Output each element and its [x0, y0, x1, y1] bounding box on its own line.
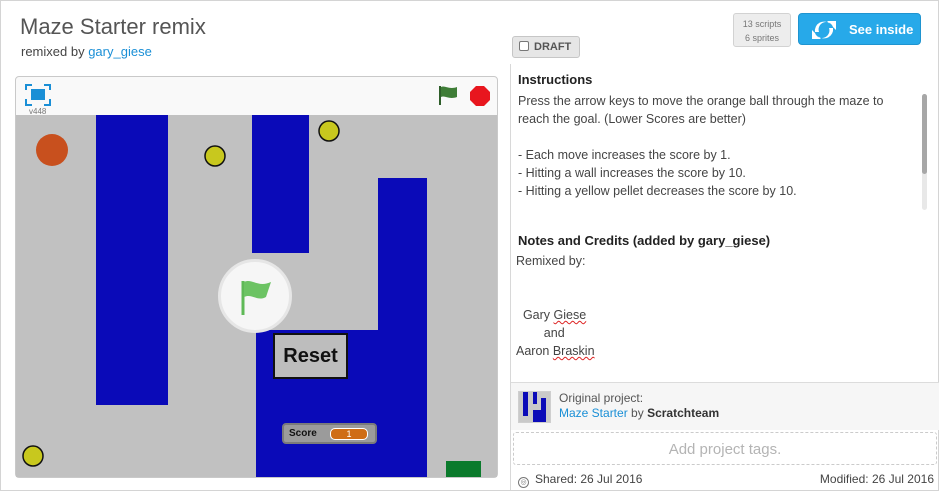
fullscreen-icon[interactable] [25, 84, 51, 106]
maze-wall [96, 115, 168, 405]
project-stats: 13 scripts 6 sprites [733, 13, 791, 47]
modified-date: Modified: 26 Jul 2016 [819, 472, 934, 486]
start-flag-overlay[interactable] [218, 259, 292, 333]
shared-date: Shared: 26 Jul 2016 [535, 472, 643, 486]
remix-arrows-icon [812, 21, 836, 39]
instructions-scrollbar[interactable] [922, 94, 927, 210]
score-monitor: Score 1 [282, 423, 377, 444]
notes-text[interactable]: Remixed by: Gary Giese and Aaron Braskin [516, 252, 916, 360]
original-by: by [631, 406, 644, 420]
remixer-link[interactable]: gary_giese [88, 44, 152, 59]
project-player: v448 Reset Score 1 [15, 76, 498, 478]
original-author[interactable]: Scratchteam [647, 406, 719, 420]
scrollbar-thumb[interactable] [922, 94, 927, 174]
credit-last-name: Giese [553, 308, 587, 322]
yellow-pellet [22, 445, 44, 467]
green-flag-icon[interactable] [437, 84, 459, 106]
credit-first-name: Gary [522, 308, 551, 322]
credit-first-name: Aaron [516, 344, 550, 358]
orange-ball [36, 134, 68, 166]
project-title[interactable]: Maze Starter remix [20, 14, 206, 40]
share-icon: ◎ [518, 477, 529, 488]
original-project-box: Original project: Maze Starter by Scratc… [511, 383, 939, 430]
yellow-pellet [204, 145, 226, 167]
score-label: Score [289, 428, 317, 439]
instructions-heading: Instructions [518, 72, 593, 87]
sprites-count: 6 sprites [744, 33, 779, 43]
green-flag-icon [241, 281, 271, 315]
maze-wall [252, 115, 309, 253]
draft-label: DRAFT [534, 41, 572, 53]
credit-and: and [543, 326, 565, 340]
original-project-label: Original project: [559, 391, 644, 405]
original-project-link[interactable]: Maze Starter [559, 406, 628, 420]
notes-line: Remixed by: [516, 254, 586, 268]
yellow-pellet [318, 120, 340, 142]
notes-heading: Notes and Credits (added by gary_giese) [518, 233, 771, 248]
draft-checkbox-icon[interactable] [519, 41, 529, 51]
remixed-prefix: remixed by [21, 44, 85, 59]
project-dates: ◎ Shared: 26 Jul 2016 Modified: 26 Jul 20… [511, 467, 939, 489]
see-inside-button[interactable]: See inside [798, 13, 921, 45]
project-page: Maze Starter remix remixed by gary_giese… [0, 0, 939, 491]
score-value: 1 [330, 428, 368, 440]
project-tags-input[interactable]: Add project tags. [513, 432, 937, 465]
draft-toggle[interactable]: DRAFT [512, 36, 580, 58]
goal-square [446, 461, 481, 477]
original-project-line: Maze Starter by Scratchteam [559, 406, 719, 420]
scripts-count: 13 scripts [742, 19, 782, 29]
reset-sprite[interactable]: Reset [273, 333, 348, 379]
project-info-panel: Instructions Press the arrow keys to mov… [510, 64, 939, 490]
maze-thumbnail-icon [519, 392, 550, 422]
stage-canvas[interactable]: Reset Score 1 [16, 115, 497, 477]
credit-last-name: Braskin [552, 344, 595, 358]
original-project-thumbnail[interactable] [518, 391, 551, 423]
shared-date-row: ◎ Shared: 26 Jul 2016 [518, 472, 642, 488]
stop-sign-icon[interactable] [469, 85, 491, 107]
instructions-text[interactable]: Press the arrow keys to move the orange … [518, 92, 918, 200]
remixed-by-line: remixed by gary_giese [21, 44, 152, 59]
see-inside-label: See inside [849, 22, 914, 37]
